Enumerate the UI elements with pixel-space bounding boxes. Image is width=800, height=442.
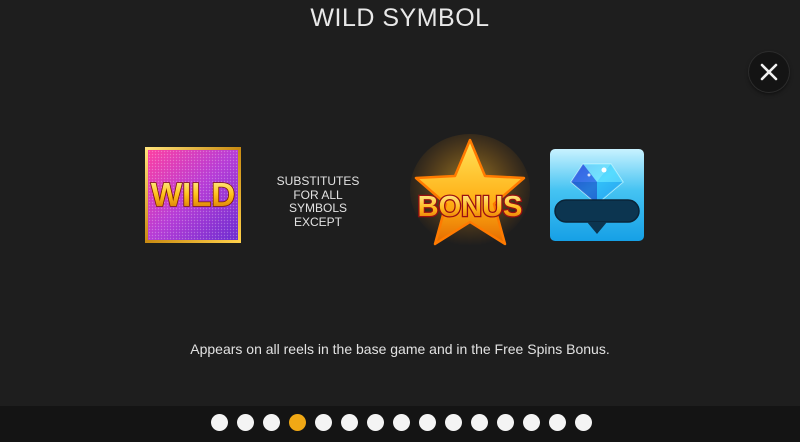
page-dot-1[interactable] <box>211 414 228 431</box>
substitutes-text: SUBSTITUTES FOR ALL SYMBOLS EXCEPT <box>276 174 360 229</box>
page-dot-12[interactable] <box>497 414 514 431</box>
diamond-symbol-icon <box>550 149 644 241</box>
close-button[interactable] <box>749 52 789 92</box>
page-dot-9[interactable] <box>419 414 436 431</box>
bonus-symbol-label: BONUS <box>418 191 523 223</box>
page-dot-7[interactable] <box>367 414 384 431</box>
symbol-description: Appears on all reels in the base game an… <box>190 341 610 357</box>
page-dot-10[interactable] <box>445 414 462 431</box>
page-dot-4[interactable] <box>289 414 306 431</box>
page-dot-14[interactable] <box>549 414 566 431</box>
wild-symbol-icon: WILD <box>145 147 241 243</box>
page-dot-13[interactable] <box>523 414 540 431</box>
page-dot-11[interactable] <box>471 414 488 431</box>
page-dot-3[interactable] <box>263 414 280 431</box>
page-title: WILD SYMBOL <box>310 4 490 32</box>
page-dot-8[interactable] <box>393 414 410 431</box>
page-dot-2[interactable] <box>237 414 254 431</box>
page-indicator <box>211 414 592 431</box>
wild-symbol-label: WILD <box>151 176 235 213</box>
page-dot-15[interactable] <box>575 414 592 431</box>
close-icon <box>760 63 778 81</box>
bonus-symbol-icon: BONUS <box>410 134 530 246</box>
page-dot-5[interactable] <box>315 414 332 431</box>
page-dot-6[interactable] <box>341 414 358 431</box>
